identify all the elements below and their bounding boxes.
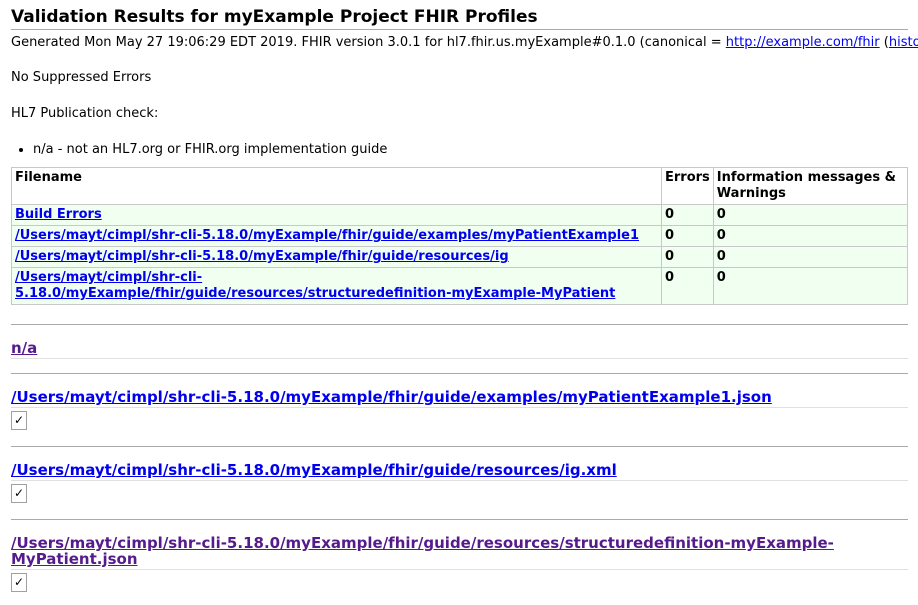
file-link[interactable]: /Users/mayt/cimpl/shr-cli-5.18.0/myExamp… xyxy=(15,228,639,243)
table-row: /Users/mayt/cimpl/shr-cli-5.18.0/myExamp… xyxy=(11,267,909,305)
info-count: 0 xyxy=(712,246,909,268)
publication-check-item: n/a - not an HL7.org or FHIR.org impleme… xyxy=(33,141,387,158)
validation-report: Validation Results for myExample Project… xyxy=(11,0,918,592)
history-link[interactable]: history xyxy=(889,35,918,50)
generated-mid-text: ( xyxy=(879,35,889,50)
column-header-errors: Errors xyxy=(661,167,714,205)
section-heading-link[interactable]: /Users/mayt/cimpl/shr-cli-5.18.0/myExamp… xyxy=(11,388,772,406)
generated-text: Generated Mon May 27 19:06:29 EDT 2019. … xyxy=(11,35,726,50)
publication-check-list: n/a - not an HL7.org or FHIR.org impleme… xyxy=(11,141,387,158)
error-count: 0 xyxy=(661,267,714,305)
section-heading-link[interactable]: n/a xyxy=(11,339,37,357)
checkmark-icon: ✓ xyxy=(11,411,27,430)
error-count: 0 xyxy=(661,204,714,226)
table-row: /Users/mayt/cimpl/shr-cli-5.18.0/myExamp… xyxy=(11,225,909,247)
table-row: /Users/mayt/cimpl/shr-cli-5.18.0/myExamp… xyxy=(11,246,909,268)
table-row: Build Errors 0 0 xyxy=(11,204,909,226)
info-count: 0 xyxy=(712,204,909,226)
section-file: /Users/mayt/cimpl/shr-cli-5.18.0/myExamp… xyxy=(11,373,908,430)
page-title: Validation Results for myExample Project… xyxy=(11,0,908,30)
column-header-info-warnings: Information messages & Warnings xyxy=(712,167,909,205)
table-header-row: Filename Errors Information messages & W… xyxy=(11,167,909,205)
error-count: 0 xyxy=(661,246,714,268)
suppressed-errors-text: No Suppressed Errors xyxy=(11,70,152,85)
section-na: n/a xyxy=(11,324,908,359)
section-file: /Users/mayt/cimpl/shr-cli-5.18.0/myExamp… xyxy=(11,519,908,592)
file-link-build-errors[interactable]: Build Errors xyxy=(15,207,102,222)
checkmark-icon: ✓ xyxy=(11,573,27,592)
error-count: 0 xyxy=(661,225,714,247)
info-count: 0 xyxy=(712,267,909,305)
file-link[interactable]: /Users/mayt/cimpl/shr-cli-5.18.0/myExamp… xyxy=(15,270,615,301)
publication-check-label: HL7 Publication check: xyxy=(11,106,159,121)
section-heading-link[interactable]: /Users/mayt/cimpl/shr-cli-5.18.0/myExamp… xyxy=(11,534,834,568)
section-heading-link[interactable]: /Users/mayt/cimpl/shr-cli-5.18.0/myExamp… xyxy=(11,461,617,479)
column-header-filename: Filename xyxy=(11,167,662,205)
info-count: 0 xyxy=(712,225,909,247)
generated-info: Generated Mon May 27 19:06:29 EDT 2019. … xyxy=(11,34,918,51)
file-link[interactable]: /Users/mayt/cimpl/shr-cli-5.18.0/myExamp… xyxy=(15,249,509,264)
canonical-link[interactable]: http://example.com/fhir xyxy=(726,35,880,50)
checkmark-icon: ✓ xyxy=(11,484,27,503)
results-table: Filename Errors Information messages & W… xyxy=(11,167,909,305)
section-file: /Users/mayt/cimpl/shr-cli-5.18.0/myExamp… xyxy=(11,446,908,503)
